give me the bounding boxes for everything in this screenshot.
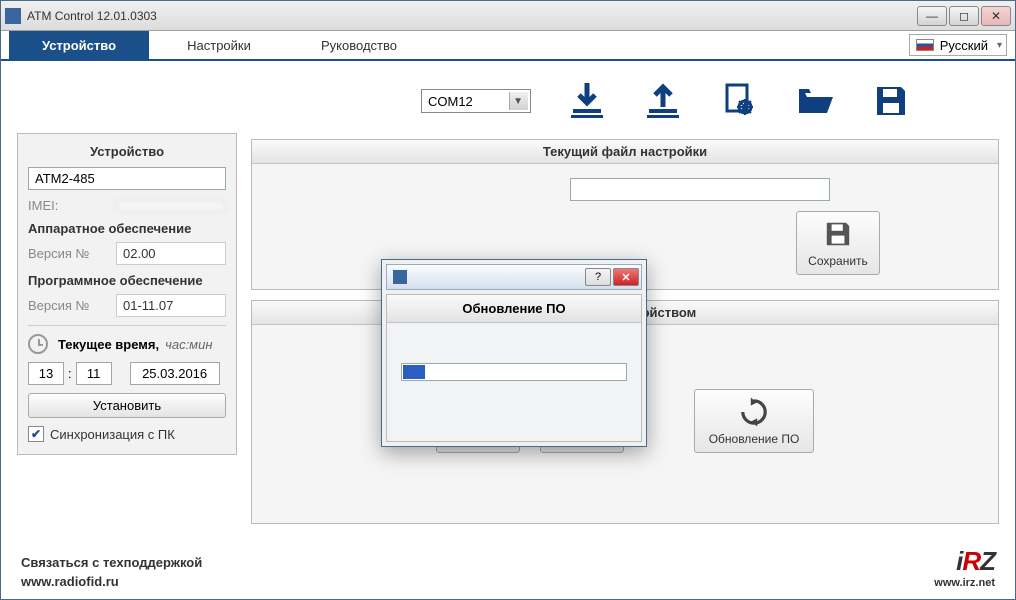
update-firmware-button[interactable]: Обновление ПО xyxy=(694,389,814,453)
tab-bar: Устройство Настройки Руководство Русский xyxy=(1,31,1015,61)
dialog-title: Обновление ПО xyxy=(387,295,641,323)
device-panel: Устройство IMEI: Аппаратное обеспечение … xyxy=(17,133,237,455)
content-area: Устройство IMEI: Аппаратное обеспечение … xyxy=(1,61,1015,538)
dialog-help-button[interactable]: ? xyxy=(585,268,611,286)
file-name-input[interactable] xyxy=(570,178,830,201)
upload-icon[interactable] xyxy=(643,81,683,121)
com-port-value: COM12 xyxy=(428,94,473,109)
close-button[interactable]: ✕ xyxy=(981,6,1011,26)
tab-settings[interactable]: Настройки xyxy=(149,31,289,59)
dialog-icon xyxy=(393,270,407,284)
site-link[interactable]: www.radiofid.ru xyxy=(21,574,202,589)
hw-title: Аппаратное обеспечение xyxy=(28,221,226,236)
imei-value xyxy=(116,202,226,210)
save-file-button[interactable]: Сохранить xyxy=(796,211,880,275)
set-time-button[interactable]: Установить xyxy=(28,393,226,418)
save-icon xyxy=(822,218,854,250)
time-hint: час:мин xyxy=(165,337,212,352)
progress-bar xyxy=(401,363,627,381)
sidebar: Устройство IMEI: Аппаратное обеспечение … xyxy=(17,69,237,534)
fw-version-value: 01-11.07 xyxy=(116,294,226,317)
hw-version-value: 02.00 xyxy=(116,242,226,265)
tab-manual[interactable]: Руководство xyxy=(289,31,429,59)
date-input[interactable] xyxy=(130,362,220,385)
sync-label: Синхронизация с ПК xyxy=(50,427,175,442)
hours-input[interactable] xyxy=(28,362,64,385)
fw-title: Программное обеспечение xyxy=(28,273,226,288)
language-select[interactable]: Русский xyxy=(909,34,1007,56)
window-title: ATM Control 12.01.0303 xyxy=(27,9,917,23)
irz-logo: iRZ www.irz.net xyxy=(934,546,995,589)
fw-version-label: Версия № xyxy=(28,298,108,313)
settings-file-icon[interactable] xyxy=(719,81,759,121)
maximize-button[interactable]: ◻ xyxy=(949,6,979,26)
app-window: ATM Control 12.01.0303 — ◻ ✕ Устройство … xyxy=(0,0,1016,600)
app-icon xyxy=(5,8,21,24)
tab-device[interactable]: Устройство xyxy=(9,31,149,59)
titlebar: ATM Control 12.01.0303 — ◻ ✕ xyxy=(1,1,1015,31)
support-link[interactable]: Связаться с техподдержкой xyxy=(21,555,202,570)
flag-icon xyxy=(916,39,934,51)
footer: Связаться с техподдержкой www.radiofid.r… xyxy=(1,538,1015,599)
device-name-input[interactable] xyxy=(28,167,226,190)
com-port-select[interactable]: COM12 ▼ xyxy=(421,89,531,113)
sync-row[interactable]: ✔ Синхронизация с ПК xyxy=(28,426,226,442)
toolbar: COM12 ▼ xyxy=(251,69,999,133)
progress-fill xyxy=(403,365,425,379)
clock-icon xyxy=(28,334,48,354)
device-title: Устройство xyxy=(28,144,226,159)
update-dialog: ? ✕ Обновление ПО xyxy=(381,259,647,447)
time-title: Текущее время, xyxy=(58,337,159,352)
imei-label: IMEI: xyxy=(28,198,108,213)
update-label: Обновление ПО xyxy=(709,432,800,446)
sync-checkbox[interactable]: ✔ xyxy=(28,426,44,442)
open-folder-icon[interactable] xyxy=(795,81,835,121)
file-panel-title: Текущий файл настройки xyxy=(252,140,998,164)
minutes-input[interactable] xyxy=(76,362,112,385)
download-icon[interactable] xyxy=(567,81,607,121)
dialog-close-button[interactable]: ✕ xyxy=(613,268,639,286)
refresh-icon xyxy=(738,396,770,428)
irz-site[interactable]: www.irz.net xyxy=(934,577,995,589)
save-file-label: Сохранить xyxy=(808,254,868,268)
language-label: Русский xyxy=(940,38,988,53)
dialog-titlebar: ? ✕ xyxy=(386,264,642,290)
save-disk-icon[interactable] xyxy=(871,81,911,121)
hw-version-label: Версия № xyxy=(28,246,108,261)
time-inputs: : xyxy=(28,362,226,385)
minimize-button[interactable]: — xyxy=(917,6,947,26)
